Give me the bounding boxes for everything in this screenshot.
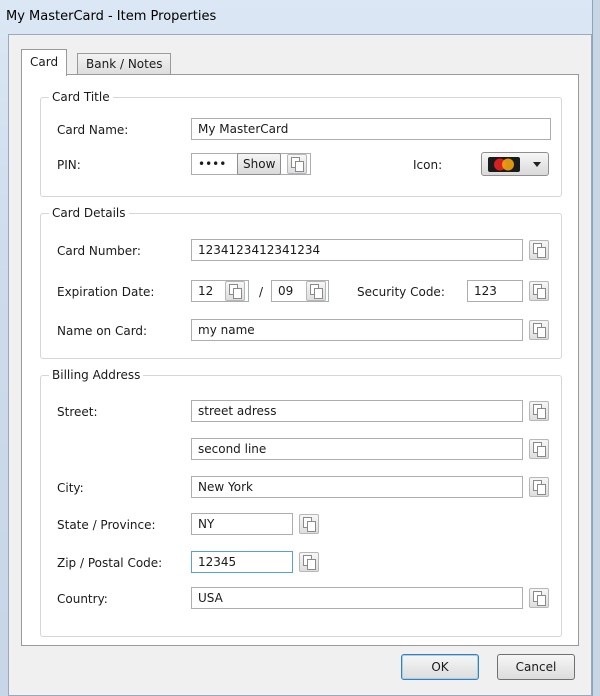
card-title-legend: Card Title (49, 90, 113, 104)
name-on-card-copy-icon[interactable] (529, 320, 549, 340)
name-on-card-label: Name on Card: (57, 324, 148, 338)
mastercard-icon (488, 157, 520, 172)
state-province-field[interactable]: NY (191, 513, 293, 535)
zip-copy-icon[interactable] (299, 552, 319, 572)
card-icon-select[interactable] (481, 152, 549, 176)
pin-label: PIN: (57, 158, 81, 172)
cancel-button[interactable]: Cancel (497, 654, 575, 680)
city-field[interactable]: New York (191, 476, 523, 498)
card-details-legend: Card Details (49, 206, 129, 220)
card-title-group: Card Title Card Name: My MasterCard PIN:… (40, 90, 562, 197)
billing-address-group: Billing Address Street: street adress se… (40, 368, 562, 637)
tab-card[interactable]: Card (21, 49, 68, 76)
zip-postal-label: Zip / Postal Code: (57, 556, 163, 570)
card-tab-panel: Card Title Card Name: My MasterCard PIN:… (21, 74, 579, 646)
city-label: City: (57, 481, 84, 495)
icon-label: Icon: (413, 158, 443, 172)
city-copy-icon[interactable] (529, 477, 549, 497)
country-copy-icon[interactable] (529, 588, 549, 608)
window-frame: My MasterCard - Item Properties Card Ban… (0, 0, 593, 696)
exp-month-copy-icon[interactable] (225, 281, 245, 301)
card-name-label: Card Name: (57, 123, 129, 137)
zip-postal-field[interactable]: 12345 (191, 551, 293, 573)
title-bar[interactable]: My MasterCard - Item Properties (0, 0, 592, 34)
dialog-body: Card Bank / Notes Card Title Card Name: … (8, 34, 592, 696)
exp-separator: / (259, 285, 264, 299)
tab-bank-notes[interactable]: Bank / Notes (77, 53, 172, 75)
security-code-label: Security Code: (357, 285, 445, 299)
expiration-date-label: Expiration Date: (57, 285, 155, 299)
card-number-copy-icon[interactable] (529, 240, 549, 260)
security-code-copy-icon[interactable] (529, 281, 549, 301)
card-number-field[interactable]: 1234123412341234 (191, 239, 523, 261)
country-label: Country: (57, 592, 108, 606)
country-field[interactable]: USA (191, 587, 523, 609)
billing-address-legend: Billing Address (49, 368, 144, 382)
window-title: My MasterCard - Item Properties (6, 9, 217, 24)
street-label: Street: (57, 405, 98, 419)
pin-copy-icon[interactable] (287, 154, 307, 174)
street-line1-field[interactable]: street adress (191, 400, 523, 422)
street-line2-copy-icon[interactable] (529, 439, 549, 459)
ok-button[interactable]: OK (401, 654, 479, 680)
security-code-field[interactable]: 123 (467, 280, 523, 302)
name-on-card-field[interactable]: my name (191, 319, 523, 341)
state-province-label: State / Province: (57, 518, 156, 532)
show-pin-button[interactable]: Show (237, 153, 282, 175)
card-name-field[interactable]: My MasterCard (191, 118, 551, 140)
state-copy-icon[interactable] (299, 514, 319, 534)
card-details-group: Card Details Card Number: 12341234123412… (40, 206, 562, 359)
card-number-label: Card Number: (57, 244, 141, 258)
pin-value: •••• (198, 157, 227, 171)
street-line2-field[interactable]: second line (191, 438, 523, 460)
chevron-down-icon (533, 162, 541, 167)
exp-year-copy-icon[interactable] (306, 281, 326, 301)
street-line1-copy-icon[interactable] (529, 401, 549, 421)
